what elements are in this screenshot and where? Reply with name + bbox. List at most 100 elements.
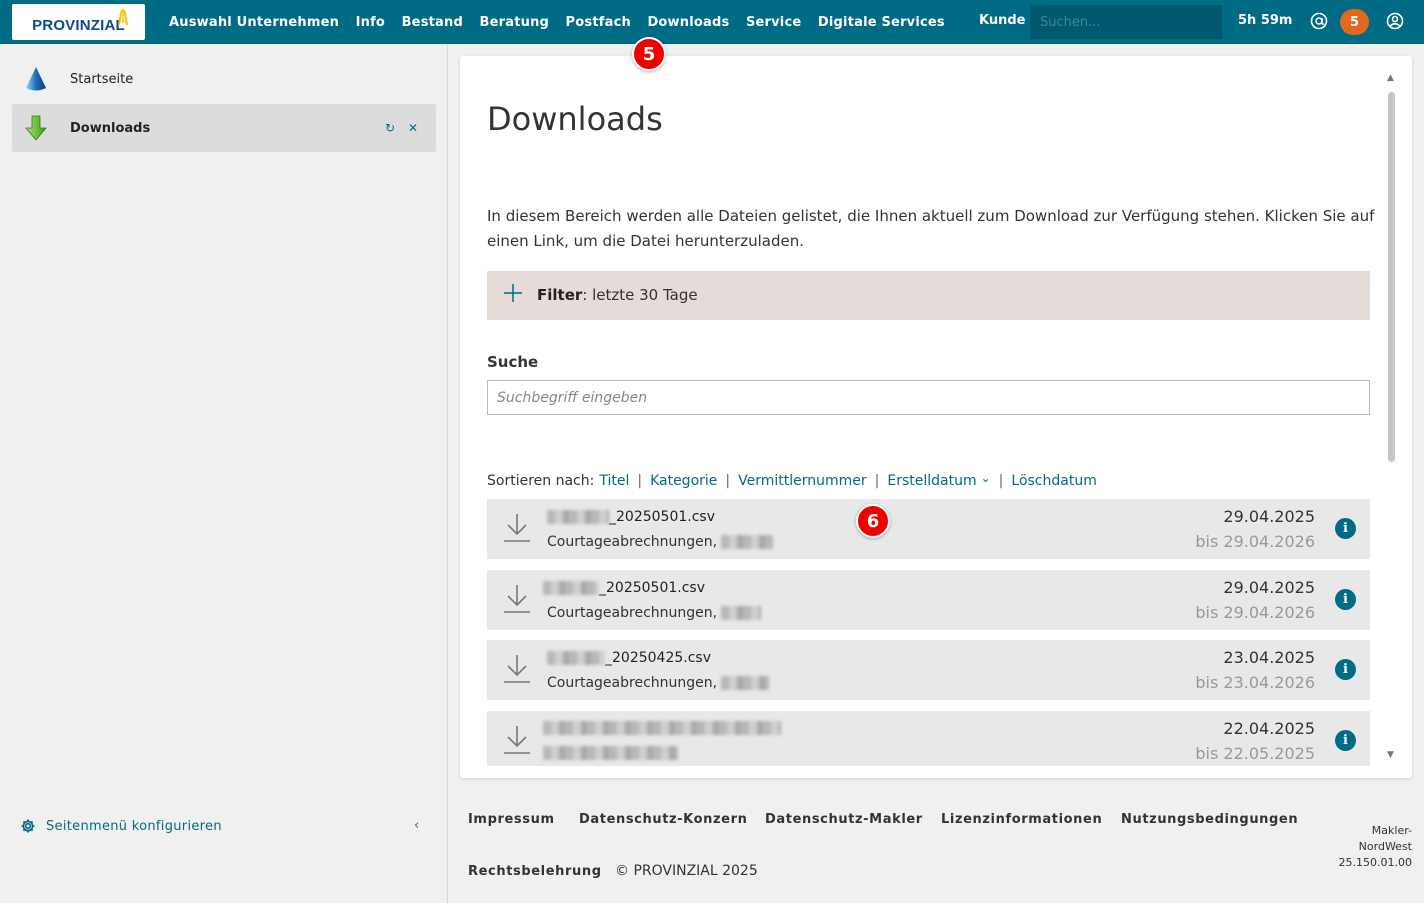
sidebar-item-downloads[interactable]: Downloads ↻ ✕: [12, 104, 436, 152]
at-sign-icon[interactable]: [1310, 12, 1328, 30]
redacted-text: [543, 581, 599, 595]
category-text: Courtageabrechnungen,: [547, 675, 718, 691]
file-category: [543, 746, 678, 760]
footer-datenschutz-konzern[interactable]: Datenschutz-Konzern: [579, 812, 747, 827]
sidebar-item-label: Startseite: [70, 71, 134, 87]
notification-badge[interactable]: 5: [1340, 9, 1369, 35]
kunde-label[interactable]: Kunde: [979, 13, 1025, 28]
redacted-text: [547, 651, 605, 665]
sort-titel[interactable]: Titel: [599, 473, 629, 489]
version-line: Makler-: [1371, 824, 1412, 837]
download-row[interactable]: _20250501.csv Courtageabrechnungen, 29.0…: [487, 499, 1370, 559]
download-icon[interactable]: [503, 513, 531, 543]
scroll-up-icon[interactable]: ▲: [1387, 74, 1397, 83]
footer-datenschutz-makler[interactable]: Datenschutz-Makler: [765, 812, 923, 827]
info-icon[interactable]: i: [1335, 730, 1356, 751]
search-input[interactable]: [487, 380, 1370, 415]
footer-impressum[interactable]: Impressum: [468, 812, 555, 827]
filter-label: Filter: [537, 286, 583, 304]
nav-beratung[interactable]: Beratung: [479, 15, 549, 30]
sort-erstelldatum[interactable]: Erstelldatum: [887, 473, 976, 489]
redacted-text: [543, 746, 678, 760]
created-date: 23.04.2025: [1223, 648, 1315, 667]
sort-divider: |: [998, 473, 1004, 489]
nav-postfach[interactable]: Postfach: [566, 15, 631, 30]
expiry-date: bis 22.05.2025: [1195, 744, 1315, 763]
download-icon[interactable]: [503, 584, 531, 614]
sidebar: Startseite Downloads ↻ ✕: [0, 44, 448, 903]
file-name[interactable]: [543, 721, 781, 735]
nav-downloads[interactable]: Downloads: [647, 15, 729, 30]
created-date: 22.04.2025: [1223, 719, 1315, 738]
configure-sidebar-button[interactable]: Seitenmenü konfigurieren: [20, 818, 222, 834]
nav-service[interactable]: Service: [746, 15, 801, 30]
expiry-date: bis 29.04.2026: [1195, 532, 1315, 551]
file-name-suffix: _20250501.csv: [609, 509, 715, 525]
sort-divider: |: [725, 473, 731, 489]
scroll-down-icon[interactable]: ▼: [1387, 751, 1397, 760]
refresh-icon[interactable]: ↻: [385, 121, 395, 135]
footer-nutzungsbedingungen[interactable]: Nutzungsbedingungen: [1121, 812, 1298, 827]
main-nav: Auswahl Unternehmen Info Bestand Beratun…: [169, 0, 961, 44]
sort-kategorie[interactable]: Kategorie: [650, 473, 717, 489]
download-row[interactable]: 22.04.2025 bis 22.05.2025 i: [487, 711, 1370, 766]
info-icon[interactable]: i: [1335, 659, 1356, 680]
version-info: Makler- NordWest 25.150.01.00: [1322, 823, 1412, 871]
download-arrow-icon: [25, 115, 47, 141]
redacted-text: [721, 606, 762, 620]
version-line: NordWest: [1358, 840, 1412, 853]
expiry-date: bis 29.04.2026: [1195, 603, 1315, 622]
file-category: Courtageabrechnungen,: [547, 534, 774, 550]
footer-rechtsbelehrung[interactable]: Rechtsbelehrung: [468, 864, 602, 879]
created-date: 29.04.2025: [1223, 507, 1315, 526]
filter-toggle[interactable]: Filter: letzte 30 Tage: [487, 271, 1370, 320]
download-row[interactable]: _20250501.csv Courtageabrechnungen, 29.0…: [487, 570, 1370, 630]
file-name[interactable]: _20250501.csv: [543, 580, 705, 596]
sort-vermittlernummer[interactable]: Vermittlernummer: [738, 473, 867, 489]
version-line: 25.150.01.00: [1338, 856, 1412, 869]
nav-bestand[interactable]: Bestand: [402, 15, 463, 30]
collapse-sidebar-icon[interactable]: ‹: [414, 818, 419, 833]
close-icon[interactable]: ✕: [408, 121, 418, 135]
footer-lizenzinformationen[interactable]: Lizenzinformationen: [941, 812, 1102, 827]
download-row[interactable]: _20250425.csv Courtageabrechnungen, 23.0…: [487, 640, 1370, 700]
provinzial-logo[interactable]: PROVINZIAL: [12, 4, 145, 40]
nav-auswahl-unternehmen[interactable]: Auswahl Unternehmen: [169, 15, 339, 30]
sort-label: Sortieren nach:: [487, 473, 595, 489]
file-category: Courtageabrechnungen,: [547, 605, 762, 621]
info-icon[interactable]: i: [1335, 518, 1356, 539]
chevron-down-icon[interactable]: ⌄: [981, 471, 991, 485]
nav-digitale-services[interactable]: Digitale Services: [818, 15, 945, 30]
nav-info[interactable]: Info: [356, 15, 385, 30]
redacted-text: [547, 510, 609, 524]
global-search-input[interactable]: [1030, 5, 1222, 39]
intro-text: In diesem Bereich werden alle Dateien ge…: [487, 207, 1375, 250]
sort-divider: |: [637, 473, 643, 489]
copyright: © PROVINZIAL 2025: [615, 863, 758, 879]
session-timer: 5h 59m: [1238, 13, 1293, 28]
step-marker-6: 6: [856, 504, 890, 538]
filter-value: : letzte 30 Tage: [582, 286, 698, 304]
sort-divider: |: [874, 473, 880, 489]
scrollbar-thumb[interactable]: [1388, 92, 1395, 462]
file-name-suffix: _20250501.csv: [599, 580, 705, 596]
sort-loeschdatum[interactable]: Löschdatum: [1011, 473, 1096, 489]
top-navigation-bar: PROVINZIAL Auswahl Unternehmen Info Best…: [0, 0, 1424, 44]
step-marker-5: 5: [632, 37, 666, 71]
file-name[interactable]: _20250501.csv: [547, 509, 715, 525]
file-category: Courtageabrechnungen,: [547, 675, 770, 691]
expiry-date: bis 23.04.2026: [1195, 673, 1315, 692]
cone-icon: [26, 67, 46, 91]
sort-bar: Sortieren nach: Titel | Kategorie | Verm…: [487, 471, 1097, 489]
downloads-card: Downloads In diesem Bereich werden alle …: [460, 56, 1412, 778]
sidebar-item-startseite[interactable]: Startseite: [12, 55, 436, 103]
page-title: Downloads: [487, 100, 663, 138]
download-icon[interactable]: [503, 654, 531, 684]
user-circle-icon[interactable]: [1386, 12, 1404, 30]
redacted-text: [543, 721, 781, 735]
category-text: Courtageabrechnungen,: [547, 605, 718, 621]
file-name[interactable]: _20250425.csv: [547, 650, 711, 666]
download-icon[interactable]: [503, 725, 531, 755]
filter-summary: Filter: letzte 30 Tage: [537, 286, 698, 304]
info-icon[interactable]: i: [1335, 589, 1356, 610]
